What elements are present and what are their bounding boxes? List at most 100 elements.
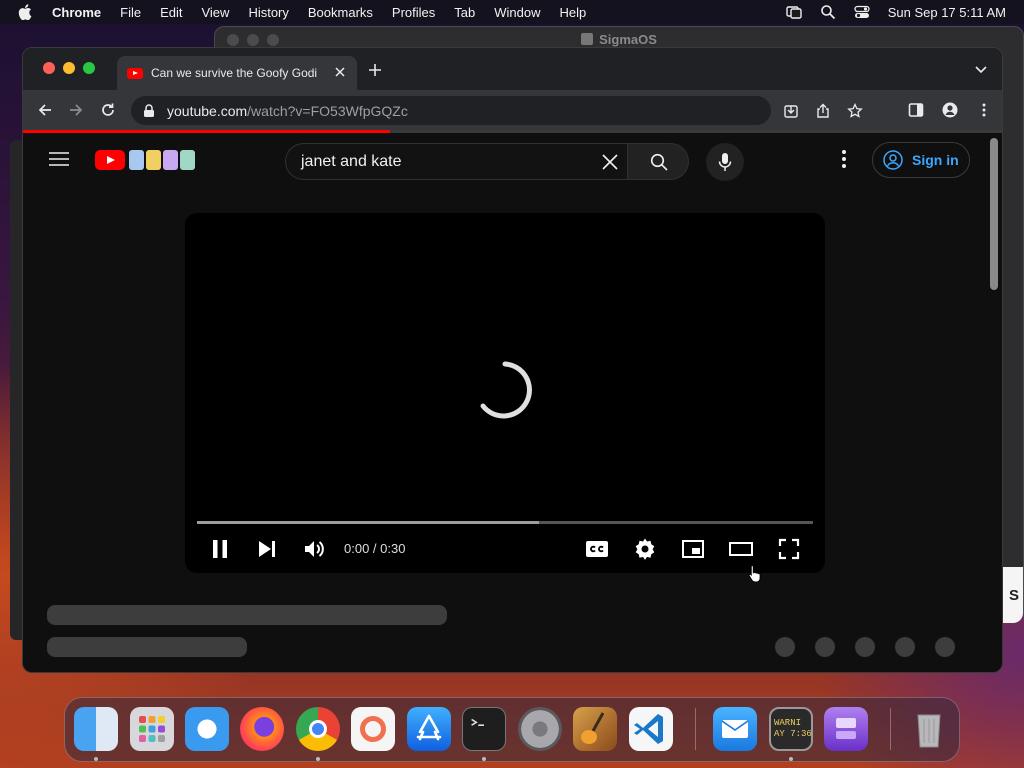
action-skeleton-1 xyxy=(775,637,795,657)
menu-view[interactable]: View xyxy=(201,5,229,20)
minimize-window-button[interactable] xyxy=(63,62,75,74)
system-settings-icon[interactable] xyxy=(518,707,562,751)
console-icon[interactable]: WARNI AY 7:36 xyxy=(769,707,813,751)
pause-button[interactable] xyxy=(208,537,232,566)
sign-in-label: Sign in xyxy=(912,152,959,168)
back-arrow-icon[interactable] xyxy=(37,102,53,118)
share-icon[interactable] xyxy=(815,103,831,119)
apple-configurator-icon[interactable] xyxy=(824,707,868,751)
tab-youtube[interactable]: Can we survive the Goofy Godi xyxy=(117,56,357,90)
miniplayer-icon xyxy=(682,540,704,558)
miniplayer-button[interactable] xyxy=(681,537,705,566)
spotlight-search-icon[interactable] xyxy=(820,4,836,20)
launchpad-icon[interactable] xyxy=(130,707,174,751)
menu-file[interactable]: File xyxy=(120,5,141,20)
theater-mode-icon xyxy=(729,542,753,556)
next-video-button[interactable] xyxy=(255,537,279,566)
menu-bar-clock[interactable]: Sun Sep 17 5:11 AM xyxy=(888,5,1006,20)
settings-button[interactable] xyxy=(633,537,657,566)
firefox-icon[interactable] xyxy=(240,707,284,751)
search-query-text: janet and kate xyxy=(301,152,402,170)
youtube-doodle[interactable] xyxy=(129,150,195,170)
console-running-indicator xyxy=(789,757,793,761)
screen-mirroring-icon[interactable] xyxy=(786,4,802,20)
account-circle-icon xyxy=(883,150,903,170)
clear-search-icon[interactable] xyxy=(601,153,619,171)
trash-icon[interactable] xyxy=(907,707,951,751)
menu-edit[interactable]: Edit xyxy=(160,5,182,20)
address-bar[interactable]: youtube.com/watch?v=FO53WfpGQZc xyxy=(131,96,863,125)
gear-icon xyxy=(635,538,655,560)
dock: WARNI AY 7:36 xyxy=(64,697,960,762)
lock-icon[interactable] xyxy=(143,103,155,118)
closed-captions-icon xyxy=(586,541,608,557)
mute-button[interactable] xyxy=(302,537,326,566)
youtube-logo-icon[interactable] xyxy=(95,150,125,170)
reload-icon[interactable] xyxy=(100,102,116,118)
toolbar-right-actions xyxy=(908,102,992,118)
sign-in-button[interactable]: Sign in xyxy=(872,142,970,178)
menu-bookmarks[interactable]: Bookmarks xyxy=(308,5,373,20)
install-app-icon[interactable] xyxy=(783,103,799,119)
menu-tab[interactable]: Tab xyxy=(454,5,475,20)
microphone-icon xyxy=(718,153,732,171)
profile-icon[interactable] xyxy=(942,102,958,118)
scrobbles-icon[interactable] xyxy=(351,707,395,751)
zoom-window-button[interactable] xyxy=(83,62,95,74)
fullscreen-button[interactable] xyxy=(777,537,801,566)
forward-arrow-icon[interactable] xyxy=(68,102,84,118)
video-player[interactable]: 0:00 / 0:30 xyxy=(185,213,825,573)
search-button[interactable] xyxy=(627,143,689,180)
skip-next-icon xyxy=(259,541,275,557)
sigmaos-title-text: SigmaOS xyxy=(599,32,657,47)
control-center-icon[interactable] xyxy=(854,4,870,20)
sigmaos-edge-text: S xyxy=(1008,587,1019,604)
browser-toolbar: youtube.com/watch?v=FO53WfpGQZc xyxy=(23,90,1002,130)
finder-running-indicator xyxy=(94,757,98,761)
garageband-icon[interactable] xyxy=(573,707,617,751)
menu-profiles[interactable]: Profiles xyxy=(392,5,435,20)
title-skeleton xyxy=(47,605,447,625)
browser-menu-icon[interactable] xyxy=(976,102,992,118)
action-skeleton-2 xyxy=(815,637,835,657)
vscode-icon[interactable] xyxy=(629,707,673,751)
safari-icon[interactable] xyxy=(185,707,229,751)
sigmaos-app-icon xyxy=(581,33,594,45)
side-panel-icon[interactable] xyxy=(908,102,924,118)
app-store-icon[interactable] xyxy=(407,707,451,751)
window-controls xyxy=(43,62,95,74)
finder-icon[interactable] xyxy=(74,707,118,751)
menu-history[interactable]: History xyxy=(248,5,288,20)
new-tab-icon[interactable] xyxy=(367,62,383,78)
apple-icon[interactable] xyxy=(18,4,32,20)
menu-app-name[interactable]: Chrome xyxy=(52,5,101,20)
loading-spinner-icon xyxy=(480,361,532,419)
voice-search-button[interactable] xyxy=(706,143,744,181)
tab-search-chevron-icon[interactable] xyxy=(974,64,988,74)
menu-window[interactable]: Window xyxy=(494,5,540,20)
guide-menu-icon[interactable] xyxy=(49,152,69,166)
search-input[interactable]: janet and kate xyxy=(285,143,627,180)
hand-cursor-icon xyxy=(748,564,761,582)
action-skeleton-4 xyxy=(895,637,915,657)
youtube-favicon-icon xyxy=(127,67,143,79)
theater-mode-button[interactable] xyxy=(729,537,753,566)
terminal-icon[interactable] xyxy=(462,707,506,751)
chrome-running-indicator xyxy=(316,757,320,761)
bookmark-star-icon[interactable] xyxy=(847,102,863,119)
chrome-icon[interactable] xyxy=(296,707,340,751)
close-tab-icon[interactable] xyxy=(333,65,347,79)
page-scrollbar[interactable] xyxy=(990,138,998,290)
menu-help[interactable]: Help xyxy=(560,5,587,20)
tab-strip: Can we survive the Goofy Godi xyxy=(23,48,1002,90)
menu-bar: Chrome File Edit View History Bookmarks … xyxy=(0,0,1024,24)
subtitles-button[interactable] xyxy=(585,537,609,566)
close-window-button[interactable] xyxy=(43,62,55,74)
menu-bar-extras: Sun Sep 17 5:11 AM xyxy=(786,0,1006,24)
settings-kebab-icon[interactable] xyxy=(841,150,847,168)
video-progress-bar[interactable] xyxy=(197,521,813,524)
mail-icon[interactable] xyxy=(713,707,757,751)
action-skeleton-5 xyxy=(935,637,955,657)
search-icon xyxy=(650,153,668,171)
terminal-running-indicator xyxy=(482,757,486,761)
